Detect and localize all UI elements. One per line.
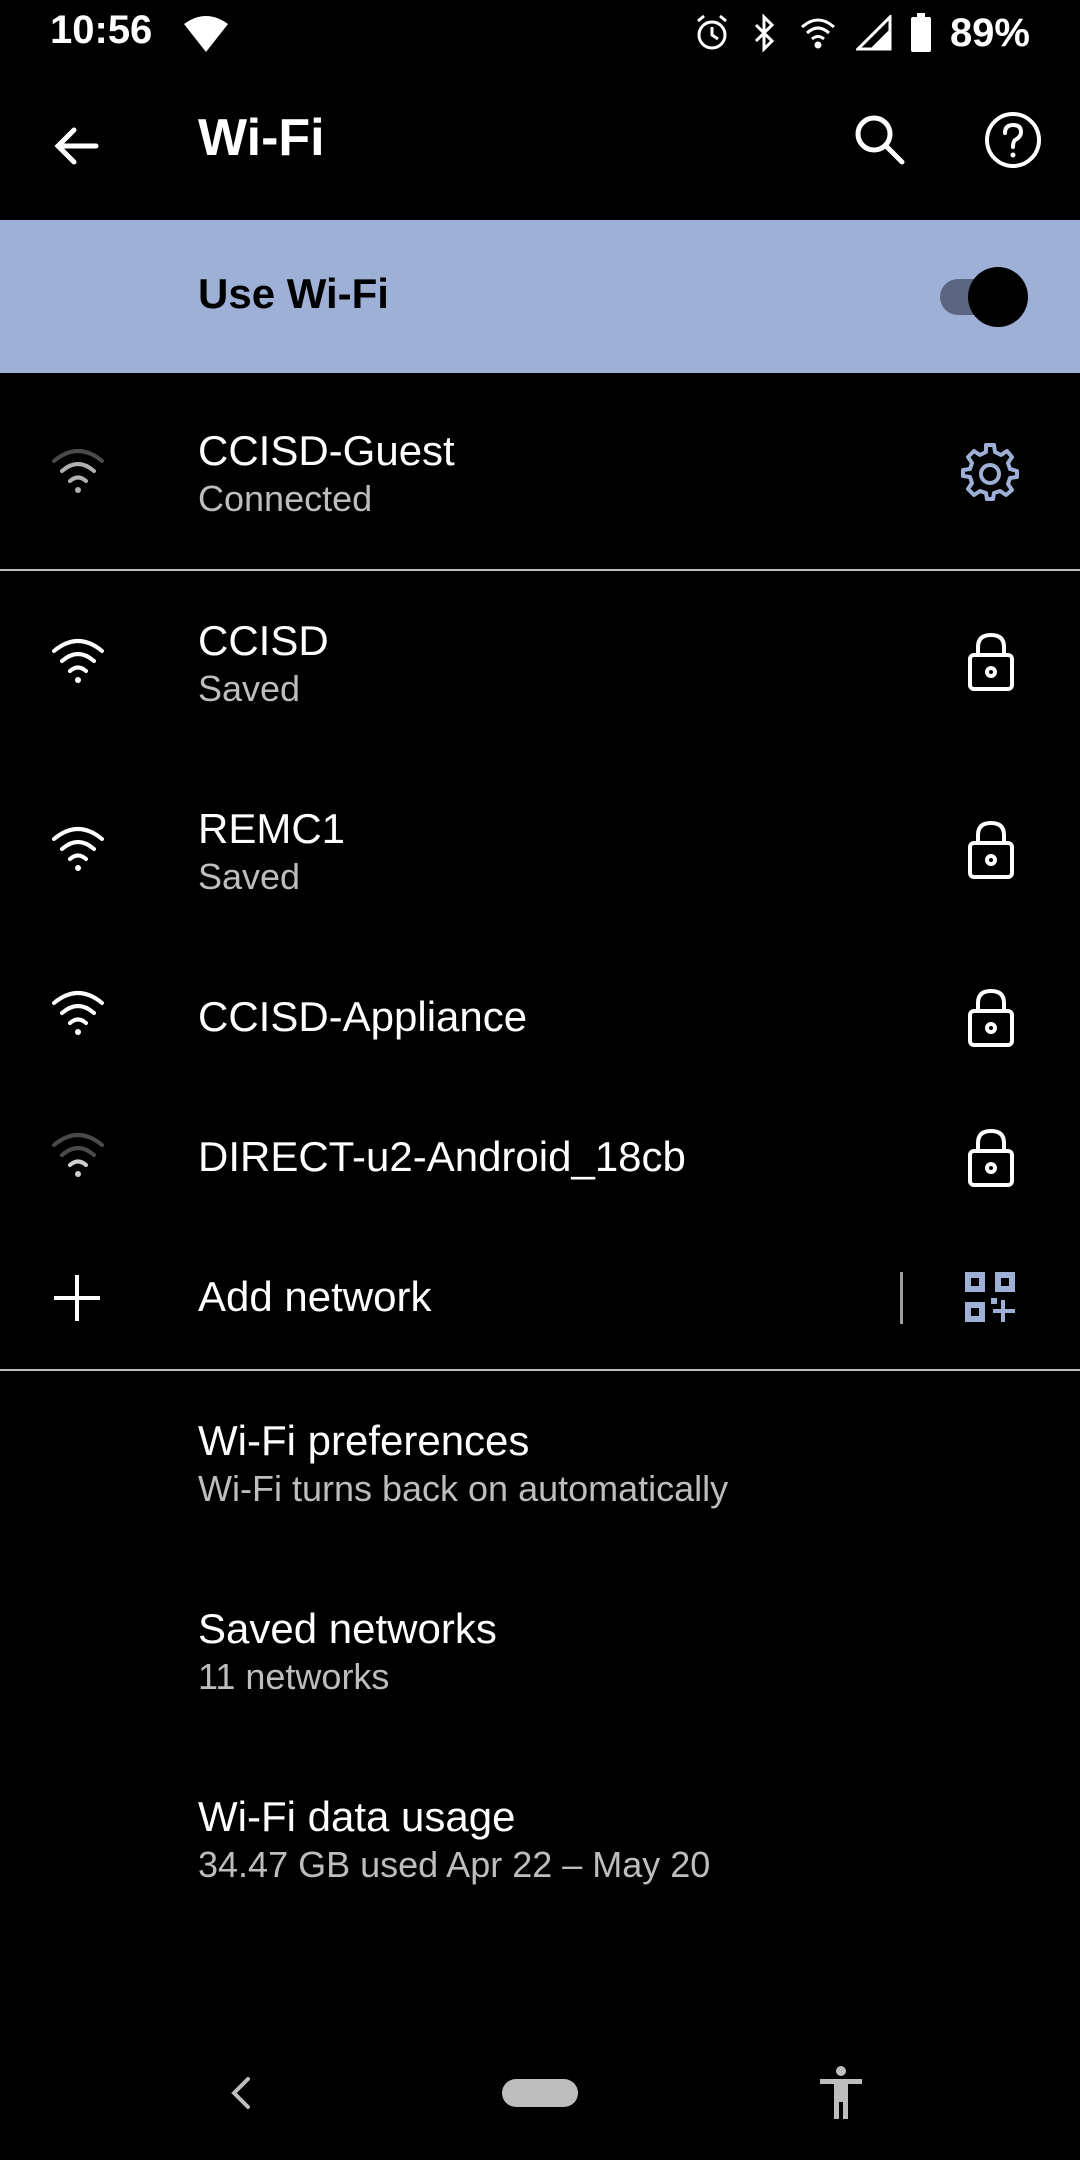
lock-icon xyxy=(966,631,1016,698)
wifi-icon xyxy=(798,15,838,51)
saved-networks-title: Saved networks xyxy=(198,1605,497,1652)
network-status: Saved xyxy=(198,668,301,709)
network-status: Saved xyxy=(198,856,301,897)
wifi-data-usage-row[interactable]: Wi-Fi data usage 34.47 GB used Apr 22 – … xyxy=(0,1747,1080,1935)
wifi-signal-icon xyxy=(48,1129,108,1186)
nav-back-button[interactable] xyxy=(210,2058,270,2128)
wifi-data-usage-subtitle: 34.47 GB used Apr 22 – May 20 xyxy=(198,1844,711,1885)
network-row[interactable]: CCISD-Appliance xyxy=(0,947,1080,1087)
lock-icon xyxy=(966,987,1016,1054)
page-title: Wi-Fi xyxy=(198,109,325,167)
cell-signal-icon xyxy=(855,15,892,51)
connected-network-status: Connected xyxy=(198,478,373,519)
search-icon xyxy=(855,115,905,165)
lock-icon xyxy=(966,1127,1016,1194)
network-name: CCISD-Appliance xyxy=(198,993,528,1040)
battery-percent: 89% xyxy=(949,10,1030,55)
plus-icon xyxy=(52,1273,102,1328)
network-name: REMC1 xyxy=(198,805,346,852)
wifi-signal-icon xyxy=(48,445,108,502)
network-row[interactable]: DIRECT-u2-Android_18cb xyxy=(0,1087,1080,1227)
network-row[interactable]: CCISD Saved xyxy=(0,571,1080,759)
saved-networks-subtitle: 11 networks xyxy=(198,1656,390,1697)
saved-networks-row[interactable]: Saved networks 11 networks xyxy=(0,1559,1080,1747)
help-icon xyxy=(985,112,1041,168)
wifi-preferences-subtitle: Wi-Fi turns back on automatically xyxy=(198,1468,729,1509)
wifi-data-usage-title: Wi-Fi data usage xyxy=(198,1793,516,1840)
accessibility-button[interactable] xyxy=(806,2058,876,2128)
use-wifi-label: Use Wi-Fi xyxy=(198,270,389,317)
connected-network-name: CCISD-Guest xyxy=(198,427,455,474)
vertical-divider xyxy=(900,1272,903,1324)
wifi-status-icon xyxy=(182,14,230,59)
search-button[interactable] xyxy=(844,104,916,176)
network-name: DIRECT-u2-Android_18cb xyxy=(198,1133,686,1180)
status-time: 10:56 xyxy=(50,8,153,52)
qr-code-icon xyxy=(965,1272,1015,1322)
nav-home-button[interactable] xyxy=(502,2079,578,2107)
bluetooth-icon xyxy=(750,13,780,53)
lock-icon xyxy=(966,819,1016,886)
arrow-back-icon xyxy=(54,127,99,165)
connected-network-row[interactable]: CCISD-Guest Connected xyxy=(0,373,1080,569)
use-wifi-toggle-thumb[interactable] xyxy=(968,267,1028,327)
status-icons: 89% xyxy=(692,8,1030,58)
add-network-row[interactable]: Add network xyxy=(0,1227,880,1367)
add-network-label: Add network xyxy=(198,1273,432,1320)
wifi-preferences-title: Wi-Fi preferences xyxy=(198,1417,530,1464)
network-row[interactable]: REMC1 Saved xyxy=(0,759,1080,947)
gear-icon xyxy=(961,443,1019,501)
chevron-left-icon xyxy=(231,2077,250,2109)
wifi-preferences-row[interactable]: Wi-Fi preferences Wi-Fi turns back on au… xyxy=(0,1371,1080,1559)
use-wifi-row[interactable]: Use Wi-Fi xyxy=(0,220,1080,373)
alarm-icon xyxy=(692,13,732,53)
wifi-signal-icon xyxy=(48,987,108,1044)
wifi-signal-icon xyxy=(48,635,108,692)
accessibility-icon xyxy=(820,2066,862,2119)
network-settings-button[interactable] xyxy=(954,437,1026,509)
battery-icon xyxy=(910,13,932,53)
network-name: CCISD xyxy=(198,617,329,664)
scan-qr-button[interactable] xyxy=(954,1261,1026,1333)
help-button[interactable] xyxy=(977,104,1049,176)
wifi-signal-icon xyxy=(48,823,108,880)
back-button[interactable] xyxy=(40,110,112,182)
